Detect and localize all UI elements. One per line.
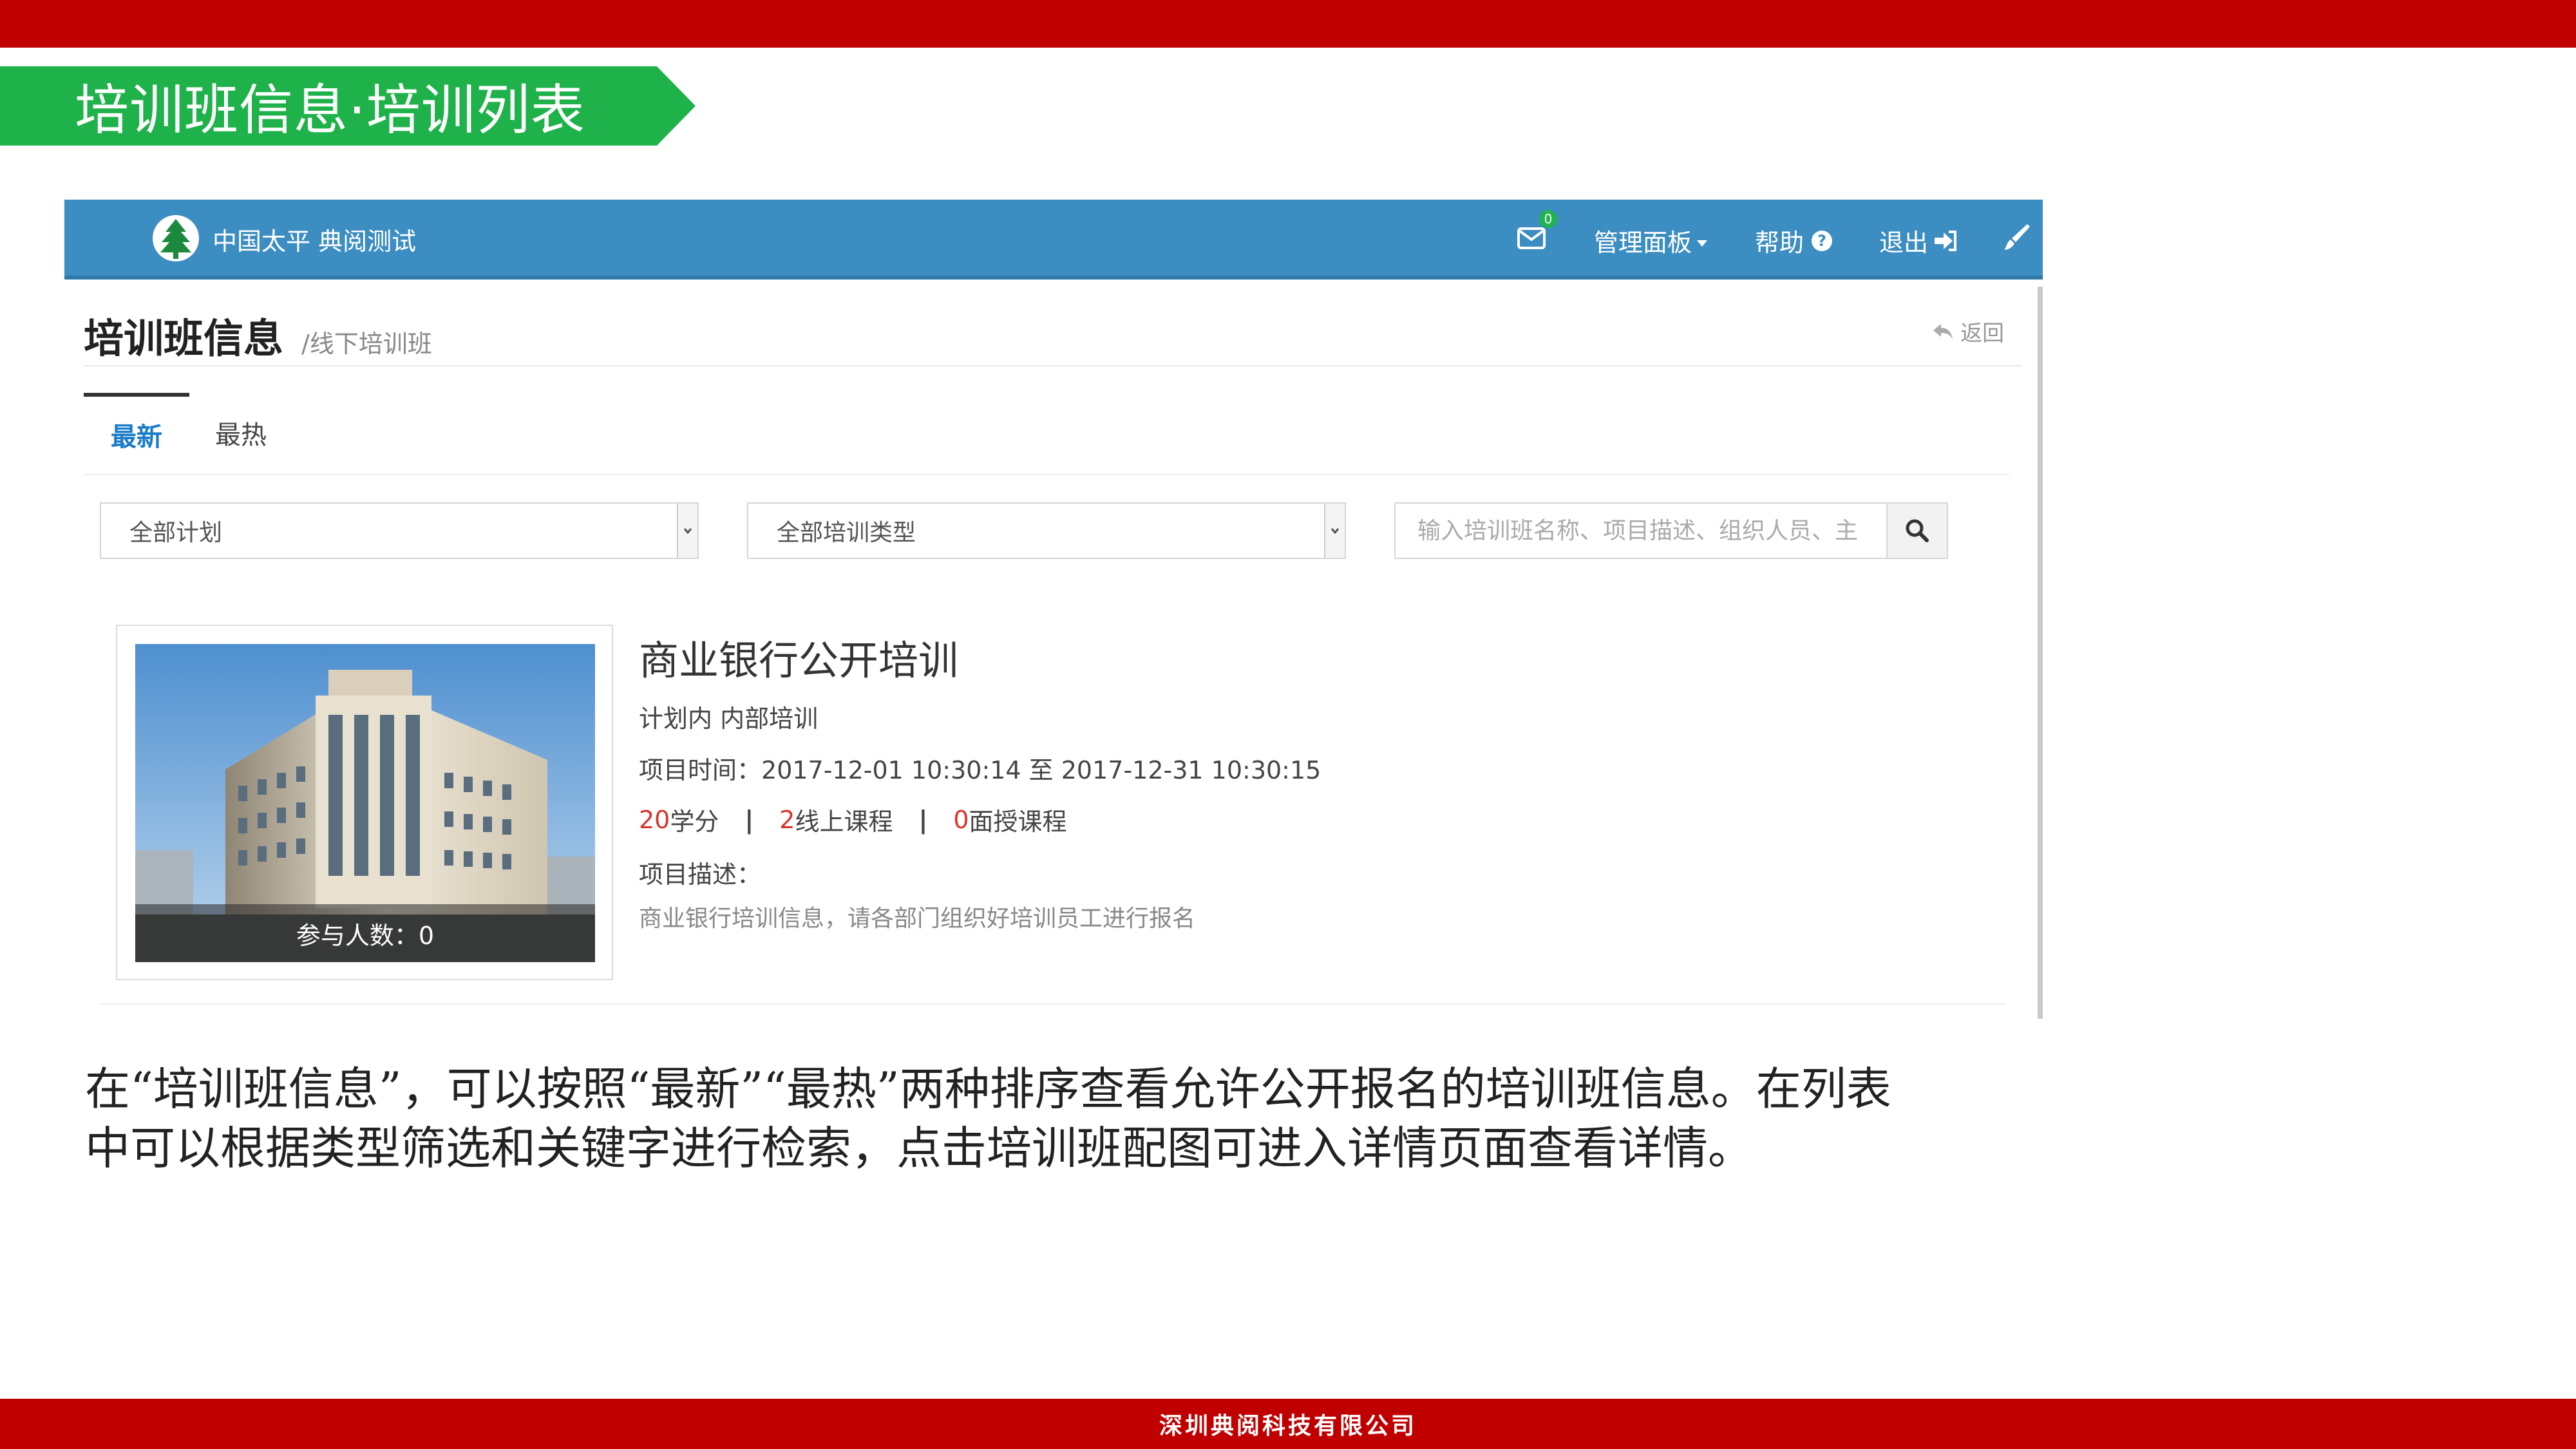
slide-top-bar [0,0,2576,48]
stats-separator: | [918,805,928,834]
caret-down-icon [1697,240,1708,247]
chevron-down-icon [677,504,697,558]
search-input[interactable] [1394,502,1888,559]
plan-select[interactable]: 全部计划 [100,502,699,559]
pine-logo-icon [151,214,200,263]
credits-number: 20 [639,805,670,834]
page-header: 培训班信息 /线下培训班 [84,306,432,364]
top-navbar: 中国太平 典阅测试 0 管理面板 帮助 ? 退出 [64,200,2043,279]
course-title[interactable]: 商业银行公开培训 [639,628,958,686]
menu-icon[interactable] [84,225,106,249]
slide-title: 培训班信息·培训列表 [0,66,696,146]
back-label: 返回 [1960,321,2004,346]
tab-latest[interactable]: 最新 [84,393,189,473]
scrollbar[interactable] [2038,287,2043,1019]
app-screenshot: 中国太平 典阅测试 0 管理面板 帮助 ? 退出 培训班信息 /线下培训班 返回… [64,200,2043,1019]
page-subtitle: /线下培训班 [301,330,432,358]
credits-label: 学分 [670,808,719,836]
question-circle-icon: ? [1812,230,1833,251]
tab-hot[interactable]: 最热 [189,393,292,473]
caption-line-2: 中可以根据类型筛选和关键字进行检索，点击培训班配图可进入详情页面查看详情。 [85,1122,1753,1175]
stats-separator: | [744,805,754,834]
online-course-label: 线上课程 [795,808,893,836]
admin-panel-menu[interactable]: 管理面板 [1594,223,1708,258]
online-course-number: 2 [779,805,795,834]
course-desc-label: 项目描述： [639,860,762,889]
caption-line-1: 在“培训班信息”，可以按照“最新”“最热”两种排序查看允许公开报名的培训班信息。… [85,1063,1891,1115]
course-image[interactable]: 参与人数：0 [135,644,595,962]
course-description: 商业银行培训信息，请各部门组织好培训员工进行报名 [639,905,1196,932]
search-button[interactable] [1886,502,1948,559]
slide-caption: 在“培训班信息”，可以按照“最新”“最热”两种排序查看允许公开报名的培训班信息。… [85,1059,2403,1178]
back-link[interactable]: 返回 [1932,316,2004,347]
help-menu[interactable]: 帮助 ? [1755,223,1833,258]
training-type-select[interactable]: 全部培训类型 [747,502,1346,559]
course-stats: 20 学分 | 2 线上课程 | 0 面授课程 [639,802,1067,837]
reply-icon [1933,323,1953,339]
participants-count: 参与人数：0 [135,904,595,962]
slide-footer: 深圳典阅科技有限公司 [0,1399,2576,1449]
paint-brush-icon[interactable] [2003,223,2031,251]
course-image-frame[interactable]: 参与人数：0 [116,625,613,980]
course-time-value: 2017-12-01 10:30:14 至 2017-12-31 10:30:1… [761,756,1321,784]
brand-name[interactable]: 中国太平 典阅测试 [213,222,416,257]
plan-select-value: 全部计划 [129,520,223,546]
training-type-value: 全部培训类型 [777,520,916,546]
course-time: 项目时间：2017-12-01 10:30:14 至 2017-12-31 10… [639,750,1321,786]
offline-course-label: 面授课程 [969,808,1067,836]
header-divider [84,365,2022,366]
card-divider [100,1003,2006,1005]
course-time-label: 项目时间： [639,756,762,784]
page-title: 培训班信息 [84,315,284,362]
logout-label: 退出 [1879,229,1929,257]
offline-course-number: 0 [953,805,969,834]
course-plan-tags: 计划内 内部培训 [639,705,819,733]
admin-panel-label: 管理面板 [1594,229,1692,257]
logout-menu[interactable]: 退出 [1879,223,1959,258]
sign-out-icon [1935,230,1957,251]
search-icon [1906,519,1929,542]
chevron-down-icon [1324,504,1345,558]
sort-tabs: 最新 最热 [84,393,2009,475]
mail-count-badge: 0 [1539,210,1557,228]
svg-text:?: ? [1817,232,1826,250]
help-label: 帮助 [1755,229,1804,257]
